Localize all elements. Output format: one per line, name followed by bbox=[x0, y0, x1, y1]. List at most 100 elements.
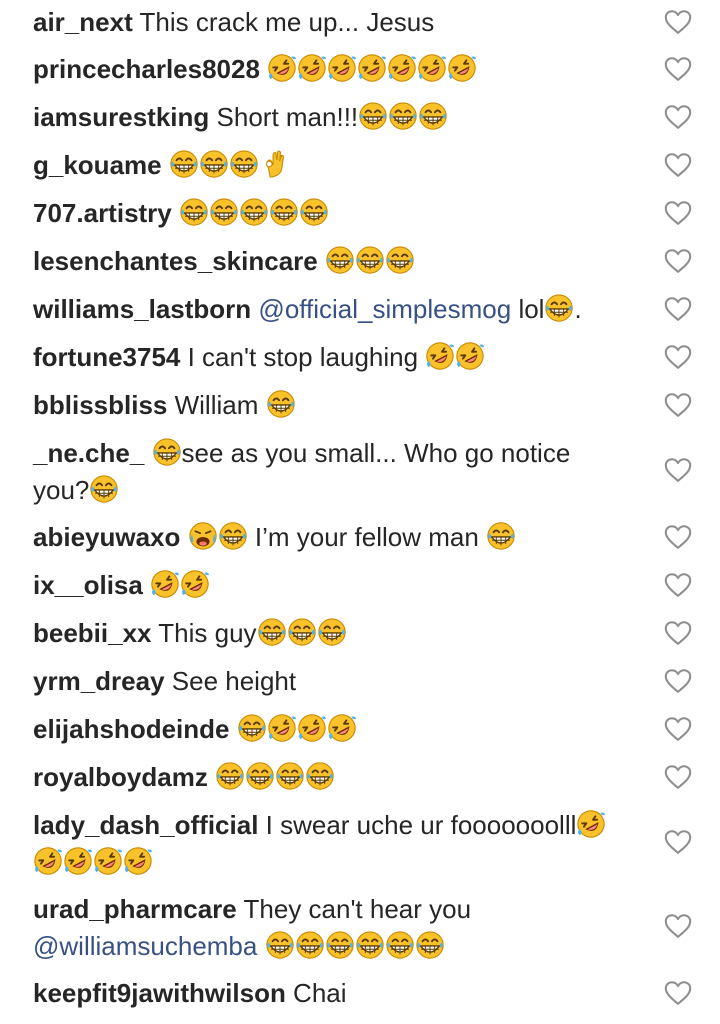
weary-cry-emoji-icon bbox=[188, 521, 218, 551]
comment-item: 707.artistry bbox=[33, 195, 720, 232]
comment-username[interactable]: elijahshodeinde bbox=[33, 714, 230, 744]
comment-username[interactable]: air_next bbox=[33, 7, 133, 37]
comment-text: lesenchantes_skincare bbox=[33, 243, 625, 280]
comment-text: elijahshodeinde bbox=[33, 711, 625, 748]
like-heart-icon[interactable] bbox=[663, 342, 693, 372]
ok-hand-emoji-icon bbox=[259, 149, 289, 179]
comment-body-text bbox=[180, 522, 187, 552]
like-heart-icon[interactable] bbox=[663, 150, 693, 180]
mention-link[interactable]: @williamsuchemba bbox=[33, 931, 257, 961]
comment-username[interactable]: williams_lastborn bbox=[33, 294, 251, 324]
comment-username[interactable]: yrm_dreay bbox=[33, 666, 165, 696]
comment-username[interactable]: urad_pharmcare bbox=[33, 894, 237, 924]
grin-sweat-emoji-icon bbox=[239, 197, 269, 227]
comment-body-text: Chai bbox=[285, 978, 347, 1008]
like-heart-icon[interactable] bbox=[663, 7, 693, 37]
rofl-emoji-icon bbox=[33, 846, 63, 876]
comment-username[interactable]: lady_dash_official bbox=[33, 810, 258, 840]
comment-item: elijahshodeinde bbox=[33, 711, 720, 748]
comment-item: fortune3754 I can't stop laughing bbox=[33, 339, 720, 376]
comment-username[interactable]: beebii_xx bbox=[33, 618, 152, 648]
comment-item: urad_pharmcare They can't hear you @will… bbox=[33, 891, 720, 965]
comment-item: bblissbliss William bbox=[33, 387, 720, 424]
comment-body-text bbox=[257, 931, 264, 961]
like-heart-icon[interactable] bbox=[663, 714, 693, 744]
grin-sweat-emoji-icon bbox=[265, 930, 295, 960]
grin-sweat-emoji-icon bbox=[237, 713, 267, 743]
comment-username[interactable]: fortune3754 bbox=[33, 342, 180, 372]
rofl-emoji-icon bbox=[267, 53, 297, 83]
comment-body-text: William bbox=[167, 390, 266, 420]
grin-sweat-emoji-icon bbox=[229, 149, 259, 179]
comment-body-text bbox=[143, 570, 150, 600]
comment-username[interactable]: lesenchantes_skincare bbox=[33, 246, 318, 276]
grin-sweat-emoji-icon bbox=[152, 437, 182, 467]
rofl-emoji-icon bbox=[150, 569, 180, 599]
comment-item: williams_lastborn @official_simplesmog l… bbox=[33, 291, 720, 328]
comment-body-text: lol bbox=[511, 294, 545, 324]
comment-item: _ne.che_ see as you small... Who go noti… bbox=[33, 435, 720, 509]
like-heart-icon[interactable] bbox=[663, 666, 693, 696]
comment-text: lady_dash_official I swear uche ur foooo… bbox=[33, 807, 625, 881]
comment-body-text: I’m your fellow man bbox=[247, 522, 487, 552]
comment-item: royalboydamz bbox=[33, 759, 720, 796]
rofl-emoji-icon bbox=[417, 53, 447, 83]
like-heart-icon[interactable] bbox=[663, 455, 693, 485]
rofl-emoji-icon bbox=[576, 809, 606, 839]
comment-username[interactable]: princecharles8028 bbox=[33, 54, 260, 84]
like-heart-icon[interactable] bbox=[663, 522, 693, 552]
comment-username[interactable]: ix__olisa bbox=[33, 570, 143, 600]
grin-sweat-emoji-icon bbox=[199, 149, 229, 179]
like-heart-icon[interactable] bbox=[663, 198, 693, 228]
like-heart-icon[interactable] bbox=[663, 390, 693, 420]
comment-text: _ne.che_ see as you small... Who go noti… bbox=[33, 435, 625, 509]
comment-text: g_kouame bbox=[33, 147, 625, 184]
rofl-emoji-icon bbox=[425, 341, 455, 371]
rofl-emoji-icon bbox=[123, 846, 153, 876]
comment-text: air_next This crack me up... Jesus bbox=[33, 4, 625, 41]
comment-text: beebii_xx This guy bbox=[33, 615, 625, 652]
comment-username[interactable]: 707.artistry bbox=[33, 198, 172, 228]
like-heart-icon[interactable] bbox=[663, 827, 693, 857]
rofl-emoji-icon bbox=[267, 713, 297, 743]
comment-item: abieyuwaxo I’m your fellow man bbox=[33, 519, 720, 556]
like-heart-icon[interactable] bbox=[663, 54, 693, 84]
grin-sweat-emoji-icon bbox=[169, 149, 199, 179]
comment-text: princecharles8028 bbox=[33, 51, 625, 88]
comment-username[interactable]: bblissbliss bbox=[33, 390, 167, 420]
rofl-emoji-icon bbox=[93, 846, 123, 876]
comment-body-text bbox=[318, 246, 325, 276]
comment-body-text bbox=[260, 54, 267, 84]
comment-item: keepfit9jawithwilson Chai bbox=[33, 975, 720, 1012]
like-heart-icon[interactable] bbox=[663, 762, 693, 792]
like-heart-icon[interactable] bbox=[663, 618, 693, 648]
comment-username[interactable]: royalboydamz bbox=[33, 762, 208, 792]
like-heart-icon[interactable] bbox=[663, 294, 693, 324]
grin-sweat-emoji-icon bbox=[418, 101, 448, 131]
comment-username[interactable]: g_kouame bbox=[33, 150, 162, 180]
grin-sweat-emoji-icon bbox=[295, 930, 325, 960]
grin-sweat-emoji-icon bbox=[325, 930, 355, 960]
comment-body-text bbox=[144, 438, 151, 468]
grin-sweat-emoji-icon bbox=[179, 197, 209, 227]
comment-username[interactable]: keepfit9jawithwilson bbox=[33, 978, 286, 1008]
grin-sweat-emoji-icon bbox=[305, 761, 335, 791]
like-heart-icon[interactable] bbox=[663, 911, 693, 941]
rofl-emoji-icon bbox=[455, 341, 485, 371]
like-heart-icon[interactable] bbox=[663, 102, 693, 132]
mention-link[interactable]: @official_simplesmog bbox=[258, 294, 511, 324]
rofl-emoji-icon bbox=[297, 53, 327, 83]
grin-sweat-emoji-icon bbox=[415, 930, 445, 960]
comment-body-text: Short man!!! bbox=[209, 102, 359, 132]
like-heart-icon[interactable] bbox=[663, 570, 693, 600]
comment-body-text bbox=[172, 198, 179, 228]
comment-username[interactable]: abieyuwaxo bbox=[33, 522, 180, 552]
grin-sweat-emoji-icon bbox=[89, 474, 119, 504]
like-heart-icon[interactable] bbox=[663, 978, 693, 1008]
like-heart-icon[interactable] bbox=[663, 246, 693, 276]
comment-username[interactable]: iamsurestking bbox=[33, 102, 209, 132]
comment-text: fortune3754 I can't stop laughing bbox=[33, 339, 625, 376]
comment-text: williams_lastborn @official_simplesmog l… bbox=[33, 291, 625, 328]
comment-item: princecharles8028 bbox=[33, 51, 720, 88]
comment-username[interactable]: _ne.che_ bbox=[33, 438, 144, 468]
